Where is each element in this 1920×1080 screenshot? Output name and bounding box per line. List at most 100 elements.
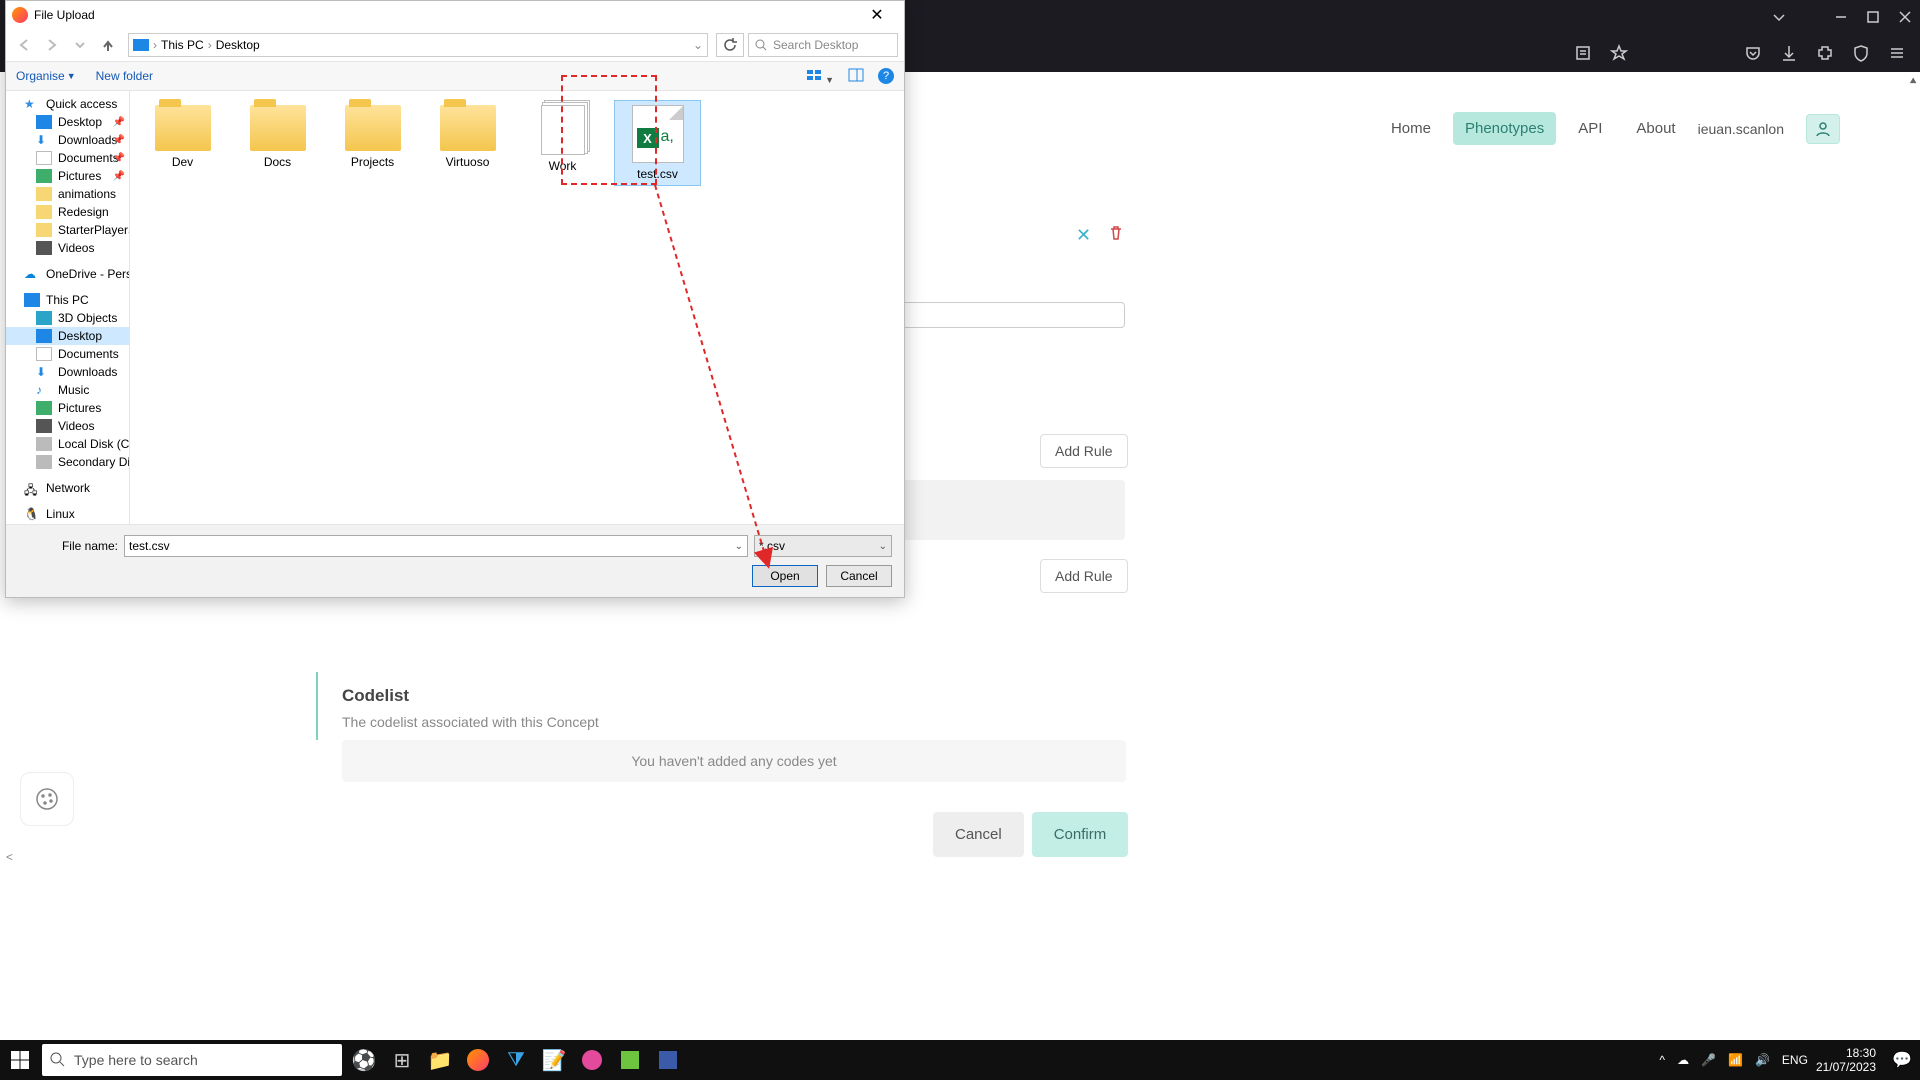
sidebar-linux[interactable]: 🐧Linux xyxy=(6,505,129,523)
start-button[interactable] xyxy=(0,1040,40,1080)
sidebar-item-downloads[interactable]: ⬇Downloads📌 xyxy=(6,131,129,149)
shield-icon[interactable] xyxy=(1852,44,1870,62)
sidebar-item-3d-objects[interactable]: 3D Objects xyxy=(6,309,129,327)
tray-wifi-icon[interactable]: 📶 xyxy=(1728,1053,1743,1067)
sidebar-item-starterplayerscripts[interactable]: StarterPlayerScripts xyxy=(6,221,129,239)
cookie-settings-button[interactable] xyxy=(20,772,74,826)
folder-virtuoso[interactable]: Virtuoso xyxy=(425,101,510,185)
taskbar-app-taskview[interactable]: ⊞ xyxy=(384,1040,420,1080)
view-mode-button[interactable]: ▼ xyxy=(806,67,834,86)
scroll-up-indicator[interactable]: ⯅ xyxy=(1908,74,1918,89)
search-icon xyxy=(755,39,767,51)
sidebar-item-videos[interactable]: Videos xyxy=(6,239,129,257)
folder-work[interactable]: Work xyxy=(520,101,605,185)
file-name-input[interactable]: test.csv⌄ xyxy=(124,535,748,557)
crumb-desktop[interactable]: Desktop xyxy=(216,38,260,52)
cancel-button[interactable]: Cancel xyxy=(826,565,892,587)
refresh-button[interactable] xyxy=(716,33,744,57)
nav-forward-button[interactable] xyxy=(40,33,64,57)
file-type-filter[interactable]: *.csv⌄ xyxy=(754,535,892,557)
file-test-csv[interactable]: Xa, test.csv xyxy=(615,101,700,185)
extensions-icon[interactable] xyxy=(1816,44,1834,62)
sidebar-item-local-disk[interactable]: Local Disk (C:) xyxy=(6,435,129,453)
window-minimize-icon[interactable] xyxy=(1834,10,1848,24)
organise-menu[interactable]: Organise ▼ xyxy=(16,69,76,83)
clear-icon[interactable]: ✕ xyxy=(1076,225,1091,246)
user-icon xyxy=(1815,121,1831,137)
system-tray[interactable]: ^ ☁ 🎤 📶 🔊 ENG xyxy=(1651,1053,1816,1067)
tray-language-icon[interactable]: ENG xyxy=(1782,1053,1808,1067)
new-folder-button[interactable]: New folder xyxy=(96,69,153,83)
sidebar-item-downloads[interactable]: ⬇Downloads xyxy=(6,363,129,381)
open-button[interactable]: Open xyxy=(752,565,818,587)
help-button[interactable]: ? xyxy=(878,68,894,84)
taskbar-search[interactable]: Type here to search xyxy=(42,1044,342,1076)
username-label[interactable]: ieuan.scanlon xyxy=(1698,121,1784,137)
nav-about[interactable]: About xyxy=(1624,112,1687,145)
nav-recent-dropdown[interactable] xyxy=(68,33,92,57)
sidebar-item-documents[interactable]: Documents xyxy=(6,345,129,363)
sidebar-item-desktop[interactable]: Desktop xyxy=(6,327,129,345)
cancel-button[interactable]: Cancel xyxy=(933,812,1024,857)
taskbar: Type here to search ⚽ ⊞ 📁 ⧩ 📝 ^ ☁ 🎤 📶 🔊 … xyxy=(0,1040,1920,1080)
tray-chevron-icon[interactable]: ^ xyxy=(1659,1053,1665,1067)
breadcrumb[interactable]: › This PC › Desktop ⌄ xyxy=(128,33,708,57)
window-close-icon[interactable] xyxy=(1898,10,1912,24)
folder-dev[interactable]: Dev xyxy=(140,101,225,185)
sidebar-item-desktop[interactable]: Desktop📌 xyxy=(6,113,129,131)
sidebar-network[interactable]: 🖧Network xyxy=(6,479,129,497)
nav-back-button[interactable] xyxy=(12,33,36,57)
taskbar-app-firefox[interactable] xyxy=(460,1040,496,1080)
window-maximize-icon[interactable] xyxy=(1866,10,1880,24)
taskbar-app-generic2[interactable] xyxy=(612,1040,648,1080)
tray-onedrive-icon[interactable]: ☁ xyxy=(1677,1053,1689,1067)
nav-phenotypes[interactable]: Phenotypes xyxy=(1453,112,1556,145)
trash-icon[interactable] xyxy=(1108,225,1124,246)
taskbar-app-news[interactable]: ⚽ xyxy=(346,1040,382,1080)
taskbar-app-generic3[interactable] xyxy=(650,1040,686,1080)
taskbar-clock[interactable]: 18:30 21/07/2023 xyxy=(1816,1046,1884,1075)
reader-mode-icon[interactable] xyxy=(1574,44,1592,62)
hamburger-menu-icon[interactable] xyxy=(1888,44,1906,62)
nav-up-button[interactable] xyxy=(96,33,120,57)
taskbar-app-notepad[interactable]: 📝 xyxy=(536,1040,572,1080)
folder-projects[interactable]: Projects xyxy=(330,101,415,185)
sidebar-item-documents[interactable]: Documents📌 xyxy=(6,149,129,167)
confirm-button[interactable]: Confirm xyxy=(1032,812,1129,857)
downloads-icon[interactable] xyxy=(1780,44,1798,62)
add-rule-button[interactable]: Add Rule xyxy=(1040,559,1128,593)
tray-mic-icon[interactable]: 🎤 xyxy=(1701,1053,1716,1067)
sidebar-item-redesign[interactable]: Redesign xyxy=(6,203,129,221)
search-placeholder: Search Desktop xyxy=(773,38,858,52)
tab-dropdown-icon[interactable] xyxy=(1772,10,1786,24)
sidebar-item-pictures[interactable]: Pictures xyxy=(6,399,129,417)
sidebar-item-secondary-disk[interactable]: Secondary Disk (D:) xyxy=(6,453,129,471)
sidebar-onedrive[interactable]: ☁OneDrive - Personal xyxy=(6,265,129,283)
taskbar-app-explorer[interactable]: 📁 xyxy=(422,1040,458,1080)
scroll-left-indicator[interactable]: < xyxy=(6,850,13,864)
sidebar-quick-access[interactable]: ★Quick access xyxy=(6,95,129,113)
user-menu-button[interactable] xyxy=(1806,114,1840,144)
folder-docs[interactable]: Docs xyxy=(235,101,320,185)
nav-api[interactable]: API xyxy=(1566,112,1614,145)
taskbar-app-vscode[interactable]: ⧩ xyxy=(498,1040,534,1080)
sidebar-item-animations[interactable]: animations xyxy=(6,185,129,203)
tray-volume-icon[interactable]: 🔊 xyxy=(1755,1053,1770,1067)
add-rule-button[interactable]: Add Rule xyxy=(1040,434,1128,468)
bookmark-star-icon[interactable] xyxy=(1610,44,1628,62)
sidebar-this-pc[interactable]: This PC xyxy=(6,291,129,309)
sidebar-item-videos[interactable]: Videos xyxy=(6,417,129,435)
notifications-button[interactable]: 💬 xyxy=(1884,1050,1920,1070)
sidebar-item-music[interactable]: ♪Music xyxy=(6,381,129,399)
sidebar-item-pictures[interactable]: Pictures📌 xyxy=(6,167,129,185)
breadcrumb-history-dropdown[interactable]: ⌄ xyxy=(693,38,703,52)
codelist-empty: You haven't added any codes yet xyxy=(342,740,1126,782)
nav-home[interactable]: Home xyxy=(1379,112,1443,145)
taskbar-app-generic1[interactable] xyxy=(574,1040,610,1080)
preview-pane-button[interactable] xyxy=(848,67,864,86)
csv-file-icon: Xa, xyxy=(632,105,684,163)
search-input[interactable]: Search Desktop xyxy=(748,33,898,57)
pocket-icon[interactable] xyxy=(1744,44,1762,62)
crumb-this-pc[interactable]: This PC xyxy=(161,38,204,52)
dialog-close-button[interactable]: ✕ xyxy=(856,5,898,25)
